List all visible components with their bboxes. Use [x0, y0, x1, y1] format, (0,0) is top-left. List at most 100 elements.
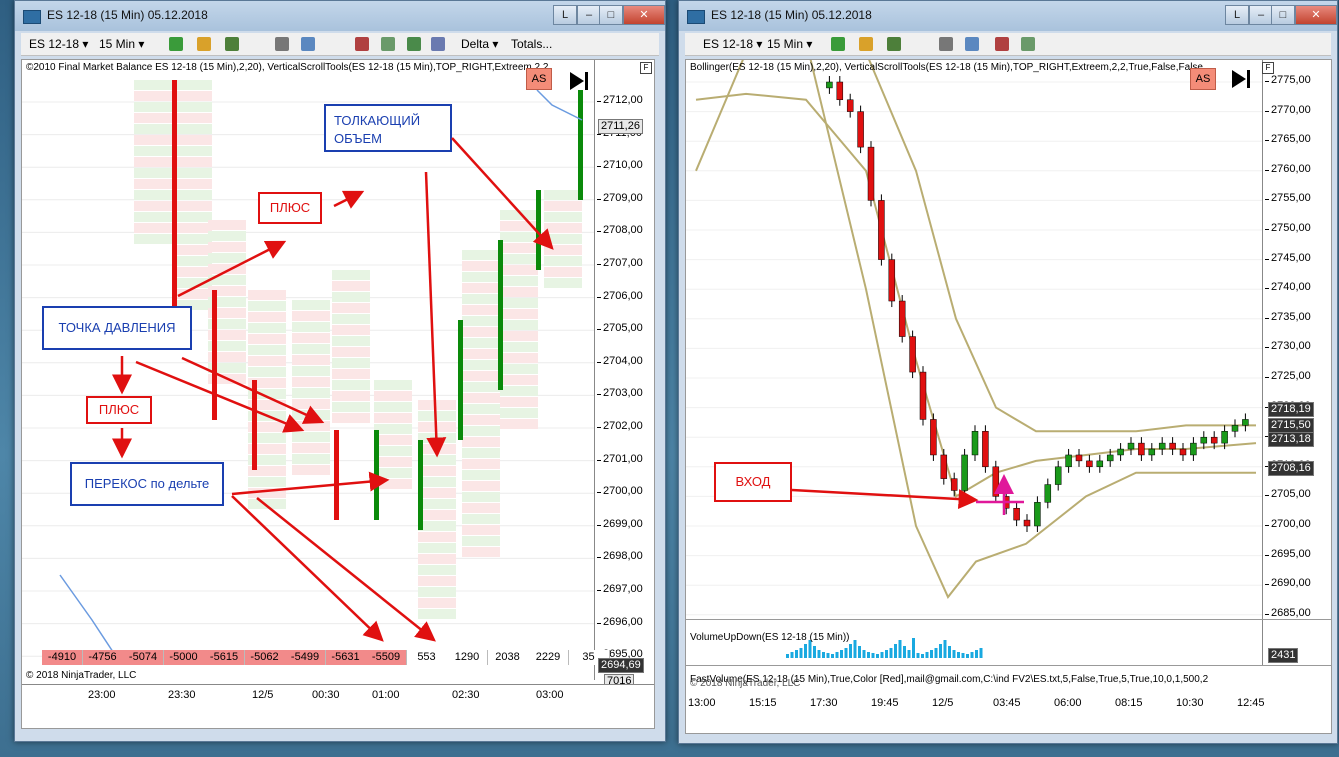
right-chart-window[interactable]: ES 12-18 (15 Min) 05.12.2018 L – □ ✕ ES …: [678, 0, 1338, 744]
candle-body: [1075, 454, 1083, 462]
right-price-box: 2718,19: [1268, 402, 1314, 417]
left-delta-total-cell: -5631: [325, 650, 367, 665]
right-as-button[interactable]: AS: [1190, 68, 1216, 90]
close-button-right[interactable]: ✕: [1295, 5, 1337, 25]
right-titlebar[interactable]: ES 12-18 (15 Min) 05.12.2018 L – □ ✕: [679, 1, 1337, 31]
data-box-icon[interactable]: [431, 37, 445, 51]
right-scroll-end-icon[interactable]: [1232, 70, 1246, 88]
pointer-icon[interactable]: [275, 37, 289, 51]
volume-header: VolumeUpDown(ES 12-18 (15 Min)): [690, 632, 850, 643]
zoom-icon-right[interactable]: [965, 37, 979, 51]
footprint-cell: [544, 267, 582, 277]
right-time-axis[interactable]: 13:00 15:15 17:30 19:45 12/5 03:45 06:00 08:15 1…: [685, 691, 1332, 734]
right-price-tick: 2690,00: [1265, 577, 1311, 590]
footprint-cell: [462, 272, 500, 282]
footprint-cell: [500, 320, 538, 330]
left-delta-total-cell: -4910: [42, 650, 83, 665]
right-fastvolume-panel[interactable]: FastVolume(ES 12-18 (15 Min),True,Color …: [685, 665, 1332, 693]
footprint-cell: [174, 289, 212, 299]
volume-bar: [822, 652, 825, 658]
footprint-cell: [134, 80, 172, 90]
footprint-cell: [174, 168, 212, 178]
delta-label: Delta: [461, 37, 490, 51]
footprint-cell: [462, 316, 500, 326]
totals-dropdown[interactable]: Totals...: [511, 37, 552, 51]
right-price-axis[interactable]: 2775,00 2770,00 2765,00 2760,00 2755,00 2750,…: [1262, 60, 1331, 620]
indicators-icon[interactable]: [355, 37, 369, 51]
candle-body: [982, 431, 989, 468]
properties-icon[interactable]: [407, 37, 421, 51]
footprint-cell: [332, 270, 370, 280]
strategies-icon-right[interactable]: [1021, 37, 1035, 51]
footprint-cell: [292, 377, 330, 387]
right-time-tick: 17:30: [810, 697, 838, 709]
close-button[interactable]: ✕: [623, 5, 665, 25]
candle-body: [1127, 442, 1135, 450]
left-scroll-end-icon[interactable]: [570, 72, 584, 90]
maximize-button[interactable]: □: [599, 5, 623, 25]
minimize-button-right[interactable]: –: [1249, 5, 1273, 25]
footprint-cell: [134, 234, 172, 244]
footprint-cell: [374, 435, 412, 445]
footprint-cell: [332, 413, 370, 423]
left-price-axis[interactable]: 2712,002711,002710,002709,002708,002707,…: [594, 60, 654, 680]
instrument-dropdown[interactable]: ES 12-18 ▾: [29, 37, 88, 51]
volume-bar: [916, 653, 920, 658]
candle-body: [992, 466, 1000, 497]
bar-style-icon-right[interactable]: [831, 37, 845, 51]
candle-body: [846, 99, 854, 112]
left-f-button[interactable]: F: [640, 62, 652, 74]
indicators-icon-right[interactable]: [995, 37, 1009, 51]
volume-bar: [862, 650, 866, 658]
right-f-button[interactable]: F: [1262, 62, 1274, 74]
right-price-panel[interactable]: Bollinger(ES 12-18 (15 Min),2,20), Verti…: [685, 59, 1332, 621]
left-price-panel[interactable]: ©2010 Final Market Balance ES 12-18 (15 …: [21, 59, 655, 729]
volume-bar: [930, 650, 933, 658]
crosshair-icon-right[interactable]: [887, 37, 901, 51]
delta-dropdown[interactable]: Delta ▾: [461, 37, 498, 51]
footprint-cell: [332, 358, 370, 368]
left-time-axis[interactable]: 23:00 23:30 12/5 00:30 01:00 02:30 03:00: [22, 684, 654, 728]
candle-body: [919, 371, 927, 420]
left-price-tick: 2700,00: [597, 485, 643, 498]
left-as-button[interactable]: AS: [526, 68, 552, 90]
instrument-dropdown-right[interactable]: ES 12-18 ▾: [703, 37, 762, 51]
left-chart-window[interactable]: ES 12-18 (15 Min) 05.12.2018 L – □ ✕ ES …: [14, 0, 666, 742]
candle-body: [1117, 448, 1124, 456]
zoom-icon[interactable]: [301, 37, 315, 51]
volume-bar: [853, 640, 857, 658]
pin-button-right[interactable]: L: [1225, 5, 1249, 25]
pin-button[interactable]: L: [553, 5, 577, 25]
footprint-cell: [544, 278, 582, 288]
volume-bar: [966, 654, 969, 658]
volume-bar: [844, 648, 848, 658]
left-price-tick: 2712,00: [597, 94, 643, 106]
volume-canvas: [786, 638, 983, 658]
left-price-tick: 2704,00: [597, 354, 643, 367]
right-time-tick: 15:15: [749, 697, 777, 709]
interval-dropdown-right[interactable]: 15 Min ▾: [767, 37, 812, 51]
volume-bar: [961, 653, 965, 658]
volume-bar: [871, 653, 875, 658]
pointer-icon-right[interactable]: [939, 37, 953, 51]
footprint-cell: [418, 587, 456, 597]
footprint-cell: [248, 312, 286, 322]
footprint-cell: [174, 190, 212, 200]
strategies-icon[interactable]: [381, 37, 395, 51]
footprint-cell: [462, 525, 500, 535]
draw-tool-icon-right[interactable]: [859, 37, 873, 51]
bar-style-icon[interactable]: [169, 37, 183, 51]
footprint-cell: [500, 386, 538, 396]
volume-bar: [867, 652, 870, 658]
volume-bar: [907, 650, 911, 658]
draw-tool-icon[interactable]: [197, 37, 211, 51]
minimize-button[interactable]: –: [577, 5, 601, 25]
left-price-tick: 2701,00: [597, 452, 643, 465]
footprint-cell: [292, 311, 330, 321]
interval-dropdown[interactable]: 15 Min ▾: [99, 37, 144, 51]
maximize-button-right[interactable]: □: [1271, 5, 1295, 25]
right-volume-panel[interactable]: VolumeUpDown(ES 12-18 (15 Min)) 2431: [685, 619, 1332, 667]
left-titlebar[interactable]: ES 12-18 (15 Min) 05.12.2018 L – □ ✕: [15, 1, 665, 31]
left-delta-total-cell: -5062: [244, 650, 286, 665]
crosshair-icon[interactable]: [225, 37, 239, 51]
